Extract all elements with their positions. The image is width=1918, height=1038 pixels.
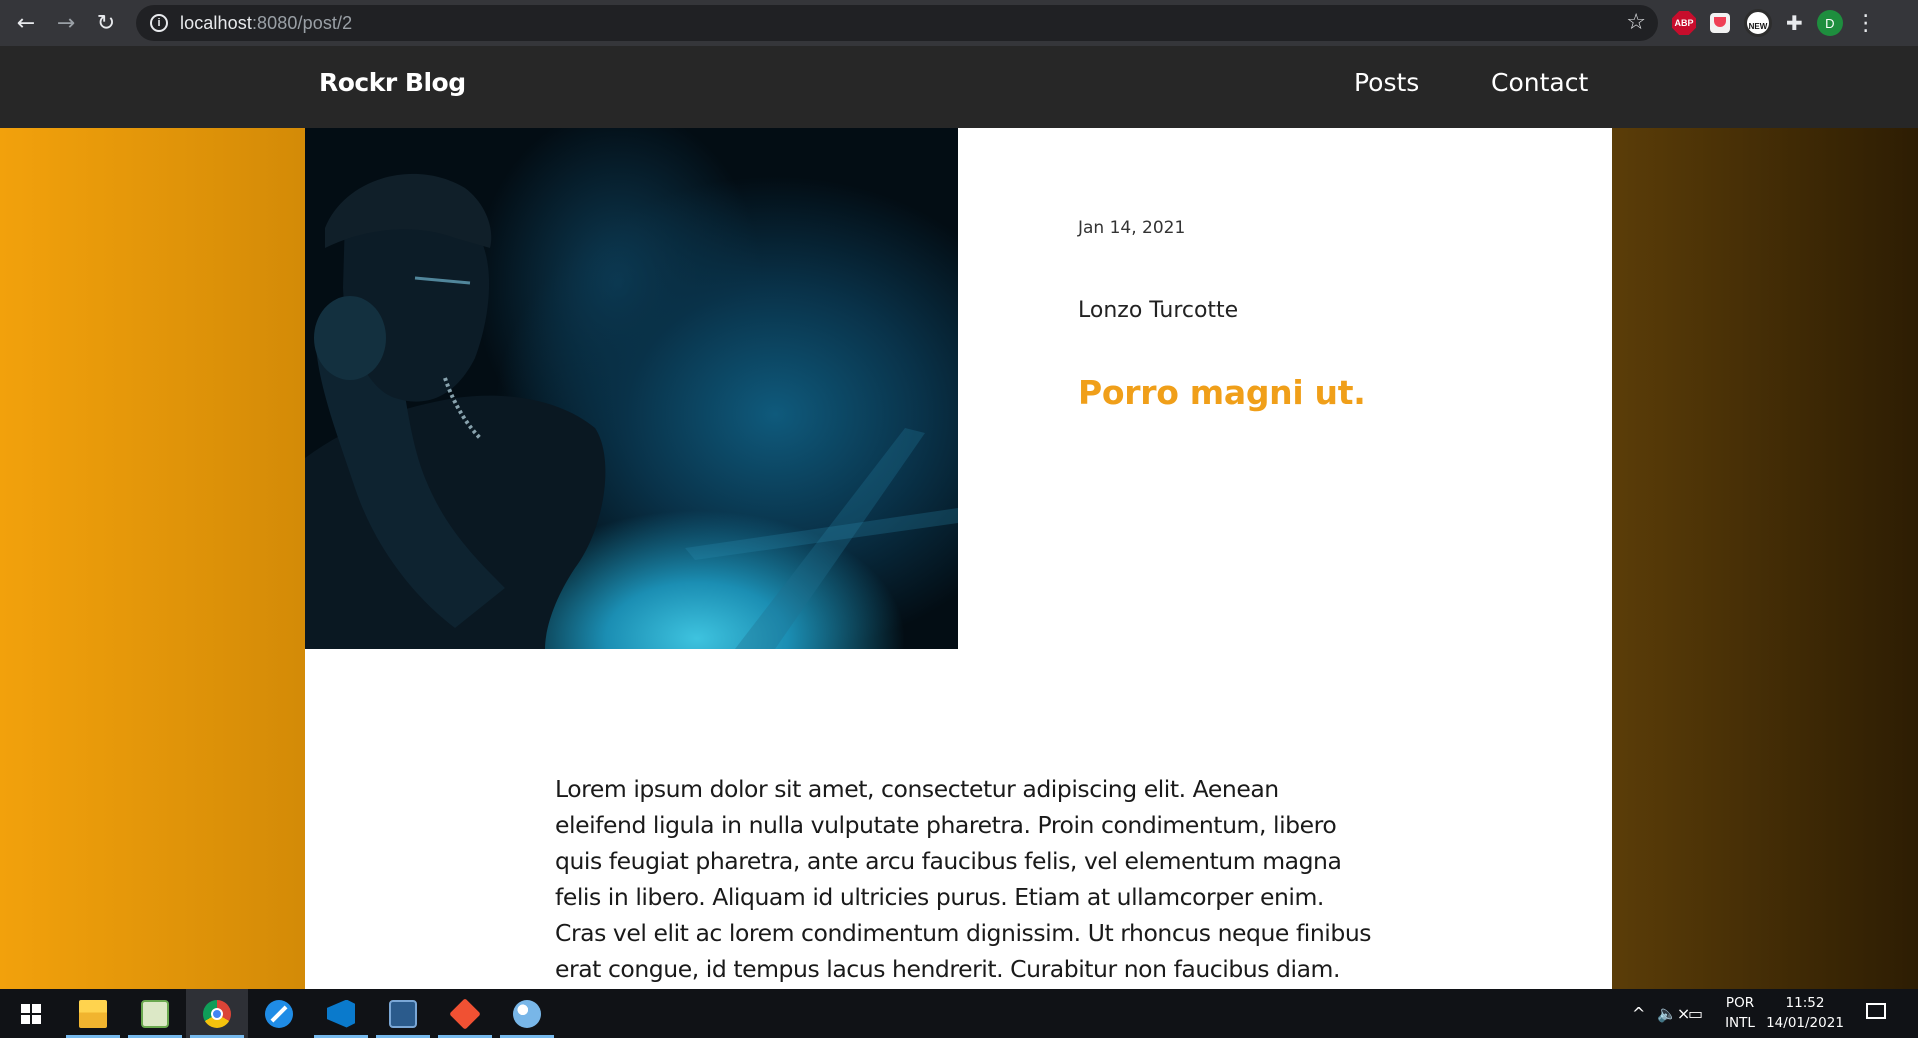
taskbar-chrome[interactable] [186,989,248,1038]
windows-taskbar: ^ 🔈× ▭ POR INTL 11:52 14/01/2021 [0,989,1918,1038]
workbench-icon [389,999,417,1028]
profile-avatar[interactable]: D [1816,10,1843,36]
chrome-icon [203,999,231,1028]
clock-time: 11:52 [1785,995,1825,1011]
browser-toolbar: ← → ↻ i localhost:8080/post/2 ☆ ABP NEW … [0,0,1918,46]
extensions-puzzle-icon[interactable]: ✚ [1786,11,1803,35]
site-navbar: Rockr Blog Posts Contact [0,46,1918,128]
taskbar-notepad[interactable] [124,989,186,1038]
lang-layout: INTL [1725,1015,1755,1031]
post-body: Lorem ipsum dolor sit amet, consectetur … [555,775,1372,983]
url-path: :8080/post/2 [251,12,353,33]
browser-menu-icon[interactable]: ⋮ [1855,11,1877,36]
start-button[interactable] [0,989,62,1038]
address-bar[interactable]: i localhost:8080/post/2 ☆ [136,5,1658,41]
taskbar-file-explorer[interactable] [62,989,124,1038]
bookmark-star-icon[interactable]: ☆ [1626,10,1646,35]
taskbar-vscode[interactable] [310,989,372,1038]
git-icon [449,997,481,1030]
taskbar-git[interactable] [434,989,496,1038]
taskbar-safari[interactable] [248,989,310,1038]
forward-arrow-icon[interactable]: → [46,3,86,43]
lang-code: POR [1725,995,1755,1011]
post-date: Jan 14, 2021 [1078,218,1186,238]
back-arrow-icon[interactable]: ← [6,3,46,43]
site-brand-link[interactable]: Rockr Blog [319,68,466,97]
page-viewport: Rockr Blog Posts Contact Jan 14, 2021 Lo… [0,46,1918,989]
notepad-icon [141,999,169,1028]
post-article: Jan 14, 2021 Lonzo Turcotte Porro magni … [305,128,1612,989]
taskbar-mysql-workbench[interactable] [372,989,434,1038]
show-hidden-icons-chevron-icon[interactable]: ^ [1632,989,1645,1038]
post-author: Lonzo Turcotte [1078,298,1239,323]
adblock-plus-icon[interactable]: ABP [1672,11,1696,35]
pocket-icon[interactable] [1710,13,1730,33]
notifications-icon[interactable] [1866,1003,1886,1019]
address-url[interactable]: localhost:8080/post/2 [180,13,352,34]
post-hero-image [305,128,958,649]
singer-silhouette [305,173,958,649]
network-icon[interactable]: ▭ [1688,989,1703,1038]
reload-icon[interactable]: ↻ [86,3,126,43]
paint-palette-icon [513,999,541,1028]
new-extension-icon[interactable]: NEW [1744,9,1772,37]
url-host: localhost [180,12,252,33]
nav-link-contact[interactable]: Contact [1491,68,1588,97]
input-language-indicator[interactable]: POR INTL [1722,993,1758,1033]
system-clock[interactable]: 11:52 14/01/2021 [1764,993,1846,1033]
taskbar-paint[interactable] [496,989,558,1038]
vscode-icon [327,999,355,1028]
folder-icon [79,999,107,1028]
windows-logo-icon [21,1003,41,1024]
nav-link-posts[interactable]: Posts [1354,68,1419,97]
site-info-icon[interactable]: i [150,14,168,32]
compass-icon [265,999,293,1028]
clock-date: 14/01/2021 [1766,1015,1844,1031]
post-title: Porro magni ut. [1078,373,1366,412]
volume-muted-icon[interactable]: 🔈× [1657,989,1690,1038]
